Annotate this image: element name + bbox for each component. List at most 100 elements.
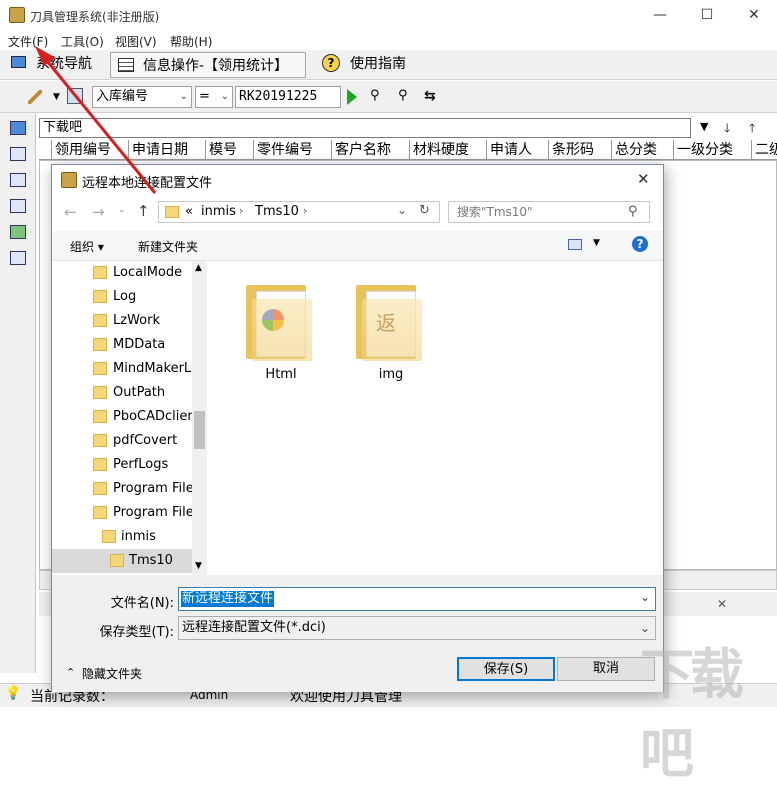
tree-item[interactable]: LocalMode <box>52 261 192 285</box>
column-header[interactable]: 申请日期 <box>128 140 205 160</box>
sidebar-document-icon[interactable] <box>10 199 26 213</box>
window-title: 刀具管理系统(非注册版) <box>30 10 160 24</box>
menu-file[interactable]: 文件(F) <box>8 33 48 50</box>
help-icon[interactable]: ? <box>632 236 648 252</box>
tree-item[interactable]: Log <box>52 285 192 309</box>
column-header[interactable]: 模号 <box>205 140 253 160</box>
scroll-thumb[interactable] <box>194 411 205 449</box>
minimize-button[interactable]: — <box>637 0 683 30</box>
tree-item[interactable]: MindMakerLc <box>52 357 192 381</box>
grid-icon <box>118 58 134 72</box>
forward-arrow-icon[interactable]: → <box>92 203 105 221</box>
column-header[interactable]: 二级 <box>751 140 777 160</box>
filename-value: 新远程连接文件 <box>181 591 275 607</box>
folder-label[interactable]: Html <box>236 367 326 382</box>
system-nav-button[interactable]: 系统导航 <box>36 53 92 75</box>
breadcrumb-tms10[interactable]: Tms10 <box>255 204 299 219</box>
dialog-close-button[interactable]: ✕ <box>637 170 650 188</box>
sort-down-icon[interactable]: 🡓 <box>724 119 730 140</box>
column-header[interactable]: 客户名称 <box>331 140 409 160</box>
dialog-title: 远程本地连接配置文件 <box>82 176 213 191</box>
new-folder-button[interactable]: 新建文件夹 <box>138 238 198 255</box>
search-doc-icon[interactable] <box>67 88 83 104</box>
sidebar-tree-icon[interactable] <box>10 147 26 161</box>
tree-item[interactable]: PerfLogs <box>52 453 192 477</box>
sidebar-monitor-icon[interactable] <box>10 121 26 135</box>
column-header[interactable]: 一级分类 <box>673 140 751 160</box>
chevron-down-icon[interactable]: ⌄ <box>640 590 650 604</box>
run-query-icon[interactable] <box>347 89 357 105</box>
search-input[interactable]: 搜索"Tms10" <box>448 201 650 223</box>
refresh-icon[interactable]: ↻ <box>419 203 430 218</box>
folder-icon <box>165 206 179 218</box>
filetype-label: 保存类型(T): <box>99 625 174 640</box>
refresh-icon[interactable]: ⇆ <box>424 88 440 104</box>
chevron-up-icon[interactable]: ⌃ <box>66 666 75 679</box>
folder-label[interactable]: img <box>346 367 436 382</box>
filename-input[interactable]: 新远程连接文件 ⌄ <box>178 587 656 611</box>
tree-item[interactable]: Program Files <box>52 477 192 501</box>
search-icon: ⚲ <box>628 204 638 219</box>
dialog-app-icon <box>61 172 77 188</box>
info-operation-tab[interactable]: 信息操作-【领用统计】 <box>110 52 306 78</box>
scroll-up-icon[interactable]: ▲ <box>195 263 202 273</box>
column-header[interactable]: 条形码 <box>548 140 611 160</box>
column-header[interactable]: 材料硬度 <box>409 140 486 160</box>
folder-img[interactable]: 返 <box>356 277 426 361</box>
tree-scrollbar[interactable]: ▲ ▼ <box>192 261 207 575</box>
recent-dropdown-icon[interactable]: ⌄ <box>118 205 126 215</box>
save-file-dialog: 远程本地连接配置文件 ✕ ← → ⌄ ↑ « inmis › Tms10 › ⌄… <box>51 164 664 692</box>
column-header[interactable]: 领用编号 <box>51 140 128 160</box>
query-field-select[interactable]: 入库编号 ⌄ <box>92 86 192 108</box>
clear-icon[interactable]: ✕ <box>717 597 727 611</box>
column-header[interactable]: 申请人 <box>486 140 548 160</box>
query-operator-select[interactable]: = ⌄ <box>195 86 233 108</box>
sidebar-printer-icon[interactable] <box>10 251 26 265</box>
sidebar-chart-icon[interactable] <box>10 225 26 239</box>
tree-item[interactable]: pdfCovert <box>52 429 192 453</box>
people-filter-icon[interactable]: ⚲ <box>398 88 414 104</box>
tree-item[interactable]: Program Files <box>52 501 192 525</box>
organize-button[interactable]: 组织 ▾ <box>70 238 104 255</box>
filetype-select[interactable]: 远程连接配置文件(*.dci) ⌄ <box>178 616 656 640</box>
address-bar[interactable]: « inmis › Tms10 › ⌄ ↻ <box>158 201 440 223</box>
filter-input[interactable]: 下载吧 <box>39 118 691 138</box>
maximize-button[interactable]: ☐ <box>684 0 730 30</box>
filter-icon[interactable]: ▼ <box>700 120 708 133</box>
breadcrumb-inmis[interactable]: inmis <box>201 204 236 219</box>
tree-item[interactable]: OutPath <box>52 381 192 405</box>
sort-up-icon[interactable]: 🡑 <box>749 119 755 140</box>
column-header[interactable]: 零件编号 <box>253 140 331 160</box>
grid-header: 领用编号 申请日期 模号 零件编号 客户名称 材料硬度 申请人 条形码 总分类 … <box>39 140 777 160</box>
view-dropdown-icon[interactable]: ▼ <box>593 238 600 248</box>
column-header[interactable]: 总分类 <box>611 140 673 160</box>
tree-item[interactable]: inmis <box>52 525 192 549</box>
help-icon: ? <box>322 54 340 72</box>
sidebar-form-icon[interactable] <box>10 173 26 187</box>
file-list: Html 返 img <box>208 261 663 575</box>
chevron-down-icon[interactable]: ⌄ <box>397 203 407 217</box>
tree-item[interactable]: PboCADclient <box>52 405 192 429</box>
scroll-down-icon[interactable]: ▼ <box>195 561 202 571</box>
people-search-icon[interactable]: ⚲ <box>370 88 386 104</box>
pencil-dropdown-icon[interactable]: ▼ <box>53 92 60 102</box>
back-arrow-icon[interactable]: ← <box>64 203 77 221</box>
view-options-icon[interactable] <box>568 239 582 250</box>
menu-view[interactable]: 视图(V) <box>115 33 157 50</box>
left-sidebar <box>0 113 36 673</box>
user-guide-button[interactable]: 使用指南 <box>350 53 406 75</box>
query-value-input[interactable]: RK20191225 <box>235 86 341 108</box>
menu-help[interactable]: 帮助(H) <box>170 33 212 50</box>
filename-label: 文件名(N): <box>110 596 174 611</box>
tree-item-selected[interactable]: Tms10 <box>52 549 192 573</box>
pencil-icon[interactable] <box>28 90 42 104</box>
up-arrow-icon[interactable]: ↑ <box>137 202 150 220</box>
save-button[interactable]: 保存(S) <box>457 657 555 681</box>
close-button[interactable]: ✕ <box>731 0 777 30</box>
menu-tools[interactable]: 工具(O) <box>61 33 104 50</box>
folder-html[interactable] <box>246 277 316 361</box>
tree-item[interactable]: MDData <box>52 333 192 357</box>
breadcrumb-prefix[interactable]: « <box>185 204 193 219</box>
tree-item[interactable]: LzWork <box>52 309 192 333</box>
hide-folders-button[interactable]: 隐藏文件夹 <box>82 665 142 682</box>
